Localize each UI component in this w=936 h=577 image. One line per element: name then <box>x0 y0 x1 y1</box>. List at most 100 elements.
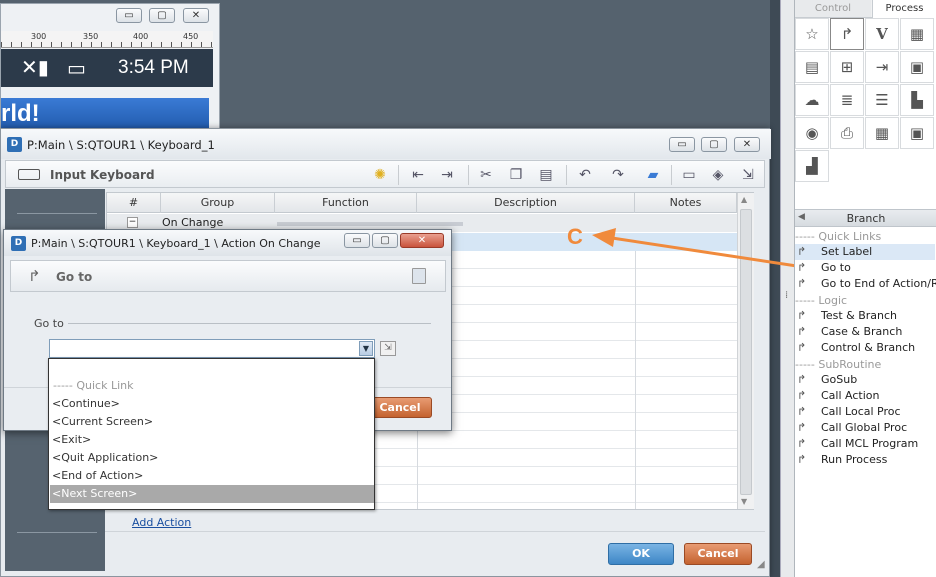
copy-icon[interactable]: ❐ <box>507 166 525 184</box>
expand-icon[interactable]: ⇲ <box>739 166 757 184</box>
enter-icon[interactable]: ⇥ <box>865 51 899 83</box>
grid-icon[interactable]: ▣ <box>900 51 934 83</box>
column-header-number[interactable]: # <box>107 193 161 213</box>
comment-icon[interactable]: ▰ <box>644 166 662 184</box>
keypad-icon[interactable]: ▦ <box>865 117 899 149</box>
branch-icon: ↱ <box>797 325 807 338</box>
grid-header: # Group Function Description Notes <box>107 193 737 213</box>
outdent-icon[interactable]: ⇤ <box>409 166 427 184</box>
ruler-tick-label: 450 <box>183 32 199 41</box>
minimize-button[interactable]: ▭ <box>669 137 695 152</box>
app-logo-icon: D <box>11 236 26 251</box>
action-maximize-button[interactable]: ▢ <box>372 233 398 248</box>
list-item-call-mcl-program[interactable]: ↱ Call MCL Program <box>795 436 935 452</box>
keyboard-icon <box>18 169 40 180</box>
list-item-case-branch[interactable]: ↱ Case & Branch <box>795 324 935 340</box>
column-header-function[interactable]: Function <box>275 193 417 213</box>
action-dialog-titlebar: D P:Main \ S:QTOUR1 \ Keyboard_1 \ Actio… <box>4 230 451 256</box>
notes-icon[interactable] <box>412 268 426 284</box>
bg-minimize-button[interactable]: ▭ <box>116 8 142 23</box>
lightbulb-icon[interactable]: ✺ <box>371 166 389 184</box>
dropdown-option[interactable]: <End of Action> <box>50 467 374 485</box>
add-action-link[interactable]: Add Action <box>132 516 191 529</box>
maximize-button[interactable]: ▢ <box>701 137 727 152</box>
dialog-header: Input Keyboard ✺ ⇤ ⇥ ✂ ❐ ▤ ↶ ↷ ▰ ▭ ◈ ⇲ <box>5 160 765 188</box>
star-icon[interactable]: ☆ <box>795 18 829 50</box>
bg-close-button[interactable]: ✕ <box>183 8 209 23</box>
frame-icon[interactable]: ▣ <box>900 117 934 149</box>
branch-icon: ↱ <box>797 277 807 290</box>
category-quick-links: ----- Quick Links <box>795 230 882 243</box>
branch-icon: ↱ <box>797 453 807 466</box>
chevron-down-icon[interactable]: ▼ <box>359 341 373 356</box>
tab-control[interactable]: Control <box>795 0 871 17</box>
ok-button[interactable]: OK <box>608 543 674 565</box>
list-item-run-process[interactable]: ↱ Run Process <box>795 452 935 468</box>
goto-field-label: Go to <box>34 317 64 330</box>
branch-icon: ↱ <box>797 245 807 258</box>
paste-icon[interactable]: ▤ <box>537 166 555 184</box>
blocks-icon[interactable]: ▟ <box>795 150 829 182</box>
dropdown-option[interactable]: <Quit Application> <box>50 449 374 467</box>
tab-process[interactable]: Process <box>872 0 936 18</box>
list-item-goto-end[interactable]: ↱ Go to End of Action/R <box>795 276 936 292</box>
disc-icon[interactable]: ◉ <box>795 117 829 149</box>
window-add-icon[interactable]: ⊞ <box>830 51 864 83</box>
close-button[interactable]: ✕ <box>734 137 760 152</box>
list-item-goto[interactable]: ↱ Go to <box>795 260 935 276</box>
goto-icon[interactable]: ↱ <box>830 18 864 50</box>
action-minimize-button[interactable]: ▭ <box>344 233 370 248</box>
column-header-notes[interactable]: Notes <box>635 193 737 213</box>
database-icon[interactable]: ≣ <box>830 84 864 116</box>
ruler-ticks <box>1 42 213 47</box>
branch-section-header[interactable]: ◀ Branch <box>795 209 936 227</box>
list-item-control-branch[interactable]: ↱ Control & Branch <box>795 340 935 356</box>
branch-section-title: Branch <box>846 212 886 225</box>
dropdown-option[interactable]: <Exit> <box>50 431 374 449</box>
list-item-call-local-proc[interactable]: ↱ Call Local Proc <box>795 404 935 420</box>
dropdown-option[interactable]: <Continue> <box>50 395 374 413</box>
column-header-description[interactable]: Description <box>417 193 635 213</box>
branch-icon: ↱ <box>797 421 807 434</box>
computer-icon[interactable]: ▙ <box>900 84 934 116</box>
list-item-call-global-proc[interactable]: ↱ Call Global Proc <box>795 420 935 436</box>
splitter[interactable]: ⁞ <box>780 0 794 577</box>
printer-icon[interactable]: ⎙ <box>830 117 864 149</box>
tag-icon[interactable]: ◈ <box>709 166 727 184</box>
dialog-titlebar: D P:Main \ S:QTOUR1 \ Keyboard_1 ▭ ▢ ✕ <box>1 129 771 159</box>
branch-icon: ↱ <box>797 261 807 274</box>
branch-icon: ↱ <box>797 341 807 354</box>
server-icon[interactable]: ☰ <box>865 84 899 116</box>
signal-icon: ✕▮ <box>21 55 49 79</box>
device-status-bar: ✕▮ ▭ 3:54 PM <box>1 49 213 87</box>
goto-select[interactable]: ▼ <box>49 339 375 358</box>
action-cancel-button[interactable]: Cancel <box>368 397 432 418</box>
scroll-up-icon[interactable]: ▲ <box>741 195 747 204</box>
column-header-group[interactable]: Group <box>161 193 275 213</box>
redo-icon[interactable]: ↷ <box>609 166 627 184</box>
variable-icon[interactable]: V <box>865 18 899 50</box>
calendar-icon[interactable]: ▤ <box>795 51 829 83</box>
cloud-icon[interactable]: ☁ <box>795 84 829 116</box>
dropdown-option: ----- Quick Link <box>53 379 134 392</box>
branch-icon: ↱ <box>797 437 807 450</box>
goto-label-rule <box>68 323 431 324</box>
cut-icon[interactable]: ✂ <box>477 166 495 184</box>
collapse-toggle[interactable]: − <box>127 217 138 228</box>
note-icon[interactable]: ▭ <box>680 166 698 184</box>
list-item-gosub[interactable]: ↱ GoSub <box>795 372 935 388</box>
cancel-button[interactable]: Cancel <box>684 543 752 565</box>
undo-icon[interactable]: ↶ <box>576 166 594 184</box>
indent-icon[interactable]: ⇥ <box>438 166 456 184</box>
list-item-call-action[interactable]: ↱ Call Action <box>795 388 935 404</box>
action-close-button[interactable]: ✕ <box>400 233 444 248</box>
scroll-down-icon[interactable]: ▼ <box>741 497 747 506</box>
resize-grip-icon[interactable]: ◢ <box>757 559 765 570</box>
dropdown-option[interactable]: <Current Screen> <box>50 413 374 431</box>
list-item-set-label[interactable]: ↱ Set Label <box>795 244 935 260</box>
bg-maximize-button[interactable]: ▢ <box>149 8 175 23</box>
list-item-test-branch[interactable]: ↱ Test & Branch <box>795 308 935 324</box>
goto-jump-icon[interactable]: ⇲ <box>380 341 396 356</box>
dropdown-option-selected[interactable]: <Next Screen> <box>50 485 374 503</box>
calculator-icon[interactable]: ▦ <box>900 18 934 50</box>
